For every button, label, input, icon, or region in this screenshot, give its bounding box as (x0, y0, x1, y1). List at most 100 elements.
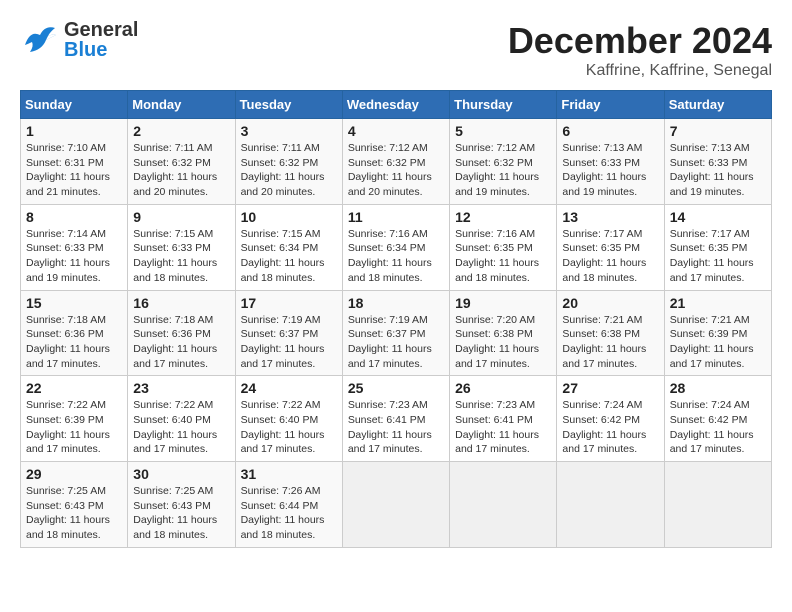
day-number: 11 (348, 209, 444, 225)
weekday-header-thursday: Thursday (450, 91, 557, 119)
calendar-week-row: 29 Sunrise: 7:25 AMSunset: 6:43 PMDayligh… (21, 462, 772, 548)
day-number: 13 (562, 209, 658, 225)
calendar-cell: 22 Sunrise: 7:22 AMSunset: 6:39 PMDayligh… (21, 376, 128, 462)
day-number: 23 (133, 380, 229, 396)
day-number: 14 (670, 209, 766, 225)
calendar-cell: 24 Sunrise: 7:22 AMSunset: 6:40 PMDayligh… (235, 376, 342, 462)
day-number: 3 (241, 123, 337, 139)
calendar-cell: 14 Sunrise: 7:17 AMSunset: 6:35 PMDayligh… (664, 204, 771, 290)
calendar-week-row: 15 Sunrise: 7:18 AMSunset: 6:36 PMDayligh… (21, 290, 772, 376)
calendar-cell: 11 Sunrise: 7:16 AMSunset: 6:34 PMDayligh… (342, 204, 449, 290)
day-info: Sunrise: 7:18 AMSunset: 6:36 PMDaylight:… (26, 313, 122, 372)
day-number: 26 (455, 380, 551, 396)
day-number: 15 (26, 295, 122, 311)
calendar-cell: 12 Sunrise: 7:16 AMSunset: 6:35 PMDayligh… (450, 204, 557, 290)
calendar-cell: 6 Sunrise: 7:13 AMSunset: 6:33 PMDaylight… (557, 119, 664, 205)
day-number: 10 (241, 209, 337, 225)
calendar-cell: 2 Sunrise: 7:11 AMSunset: 6:32 PMDaylight… (128, 119, 235, 205)
calendar-cell: 29 Sunrise: 7:25 AMSunset: 6:43 PMDayligh… (21, 462, 128, 548)
day-info: Sunrise: 7:16 AMSunset: 6:35 PMDaylight:… (455, 227, 551, 286)
day-number: 4 (348, 123, 444, 139)
weekday-header-wednesday: Wednesday (342, 91, 449, 119)
day-info: Sunrise: 7:15 AMSunset: 6:34 PMDaylight:… (241, 227, 337, 286)
calendar-cell (664, 462, 771, 548)
calendar-cell: 5Sunrise: 7:12 AMSunset: 6:32 PMDaylight… (450, 119, 557, 205)
calendar-cell: 28 Sunrise: 7:24 AMSunset: 6:42 PMDayligh… (664, 376, 771, 462)
calendar-cell: 26 Sunrise: 7:23 AMSunset: 6:41 PMDayligh… (450, 376, 557, 462)
calendar-cell: 30 Sunrise: 7:25 AMSunset: 6:43 PMDayligh… (128, 462, 235, 548)
day-number: 6 (562, 123, 658, 139)
day-number: 2 (133, 123, 229, 139)
calendar-cell: 15 Sunrise: 7:18 AMSunset: 6:36 PMDayligh… (21, 290, 128, 376)
calendar-table: SundayMondayTuesdayWednesdayThursdayFrid… (20, 90, 772, 548)
calendar-cell: 27 Sunrise: 7:24 AMSunset: 6:42 PMDayligh… (557, 376, 664, 462)
day-info: Sunrise: 7:13 AMSunset: 6:33 PMDaylight:… (562, 141, 658, 200)
day-number: 18 (348, 295, 444, 311)
day-info: Sunrise: 7:21 AMSunset: 6:39 PMDaylight:… (670, 313, 766, 372)
day-number: 28 (670, 380, 766, 396)
location-text: Kaffrine, Kaffrine, Senegal (508, 62, 772, 80)
calendar-cell: 31Sunrise: 7:26 AMSunset: 6:44 PMDayligh… (235, 462, 342, 548)
logo-name: General Blue (64, 20, 138, 60)
calendar-cell: 20Sunrise: 7:21 AMSunset: 6:38 PMDayligh… (557, 290, 664, 376)
day-info: Sunrise: 7:13 AMSunset: 6:33 PMDaylight:… (670, 141, 766, 200)
day-number: 21 (670, 295, 766, 311)
day-info: Sunrise: 7:11 AMSunset: 6:32 PMDaylight:… (133, 141, 229, 200)
day-info: Sunrise: 7:15 AMSunset: 6:33 PMDaylight:… (133, 227, 229, 286)
logo-general-text: General (64, 20, 138, 40)
day-info: Sunrise: 7:25 AMSunset: 6:43 PMDaylight:… (133, 484, 229, 543)
day-number: 20 (562, 295, 658, 311)
day-info: Sunrise: 7:23 AMSunset: 6:41 PMDaylight:… (455, 398, 551, 457)
logo-bird-icon (20, 20, 60, 60)
day-number: 19 (455, 295, 551, 311)
day-number: 22 (26, 380, 122, 396)
logo-blue-text: Blue (64, 40, 138, 60)
day-number: 25 (348, 380, 444, 396)
day-info: Sunrise: 7:17 AMSunset: 6:35 PMDaylight:… (562, 227, 658, 286)
day-number: 29 (26, 466, 122, 482)
day-info: Sunrise: 7:22 AMSunset: 6:39 PMDaylight:… (26, 398, 122, 457)
day-info: Sunrise: 7:23 AMSunset: 6:41 PMDaylight:… (348, 398, 444, 457)
day-number: 5 (455, 123, 551, 139)
day-number: 27 (562, 380, 658, 396)
day-info: Sunrise: 7:14 AMSunset: 6:33 PMDaylight:… (26, 227, 122, 286)
day-info: Sunrise: 7:16 AMSunset: 6:34 PMDaylight:… (348, 227, 444, 286)
weekday-header-sunday: Sunday (21, 91, 128, 119)
calendar-cell: 21 Sunrise: 7:21 AMSunset: 6:39 PMDayligh… (664, 290, 771, 376)
calendar-cell: 17Sunrise: 7:19 AMSunset: 6:37 PMDayligh… (235, 290, 342, 376)
calendar-cell: 3 Sunrise: 7:11 AMSunset: 6:32 PMDaylight… (235, 119, 342, 205)
logo: General Blue (20, 20, 138, 60)
calendar-cell: 8 Sunrise: 7:14 AMSunset: 6:33 PMDaylight… (21, 204, 128, 290)
calendar-cell: 13 Sunrise: 7:17 AMSunset: 6:35 PMDayligh… (557, 204, 664, 290)
day-info: Sunrise: 7:18 AMSunset: 6:36 PMDaylight:… (133, 313, 229, 372)
calendar-cell: 10 Sunrise: 7:15 AMSunset: 6:34 PMDayligh… (235, 204, 342, 290)
day-number: 31 (241, 466, 337, 482)
calendar-cell (450, 462, 557, 548)
calendar-week-row: 1 Sunrise: 7:10 AMSunset: 6:31 PMDaylight… (21, 119, 772, 205)
weekday-header-tuesday: Tuesday (235, 91, 342, 119)
calendar-cell: 16 Sunrise: 7:18 AMSunset: 6:36 PMDayligh… (128, 290, 235, 376)
calendar-cell: 1 Sunrise: 7:10 AMSunset: 6:31 PMDaylight… (21, 119, 128, 205)
day-info: Sunrise: 7:24 AMSunset: 6:42 PMDaylight:… (562, 398, 658, 457)
day-info: Sunrise: 7:10 AMSunset: 6:31 PMDaylight:… (26, 141, 122, 200)
day-info: Sunrise: 7:19 AMSunset: 6:37 PMDaylight:… (241, 313, 337, 372)
day-number: 30 (133, 466, 229, 482)
day-number: 8 (26, 209, 122, 225)
day-info: Sunrise: 7:17 AMSunset: 6:35 PMDaylight:… (670, 227, 766, 286)
calendar-header-row: SundayMondayTuesdayWednesdayThursdayFrid… (21, 91, 772, 119)
day-number: 24 (241, 380, 337, 396)
day-info: Sunrise: 7:24 AMSunset: 6:42 PMDaylight:… (670, 398, 766, 457)
day-number: 1 (26, 123, 122, 139)
weekday-header-saturday: Saturday (664, 91, 771, 119)
calendar-cell (557, 462, 664, 548)
day-info: Sunrise: 7:19 AMSunset: 6:37 PMDaylight:… (348, 313, 444, 372)
day-info: Sunrise: 7:22 AMSunset: 6:40 PMDaylight:… (241, 398, 337, 457)
calendar-cell: 18 Sunrise: 7:19 AMSunset: 6:37 PMDayligh… (342, 290, 449, 376)
day-number: 7 (670, 123, 766, 139)
page-header: General Blue December 2024 Kaffrine, Kaf… (20, 20, 772, 80)
day-info: Sunrise: 7:25 AMSunset: 6:43 PMDaylight:… (26, 484, 122, 543)
day-number: 12 (455, 209, 551, 225)
calendar-week-row: 22 Sunrise: 7:22 AMSunset: 6:39 PMDayligh… (21, 376, 772, 462)
day-number: 16 (133, 295, 229, 311)
day-info: Sunrise: 7:11 AMSunset: 6:32 PMDaylight:… (241, 141, 337, 200)
